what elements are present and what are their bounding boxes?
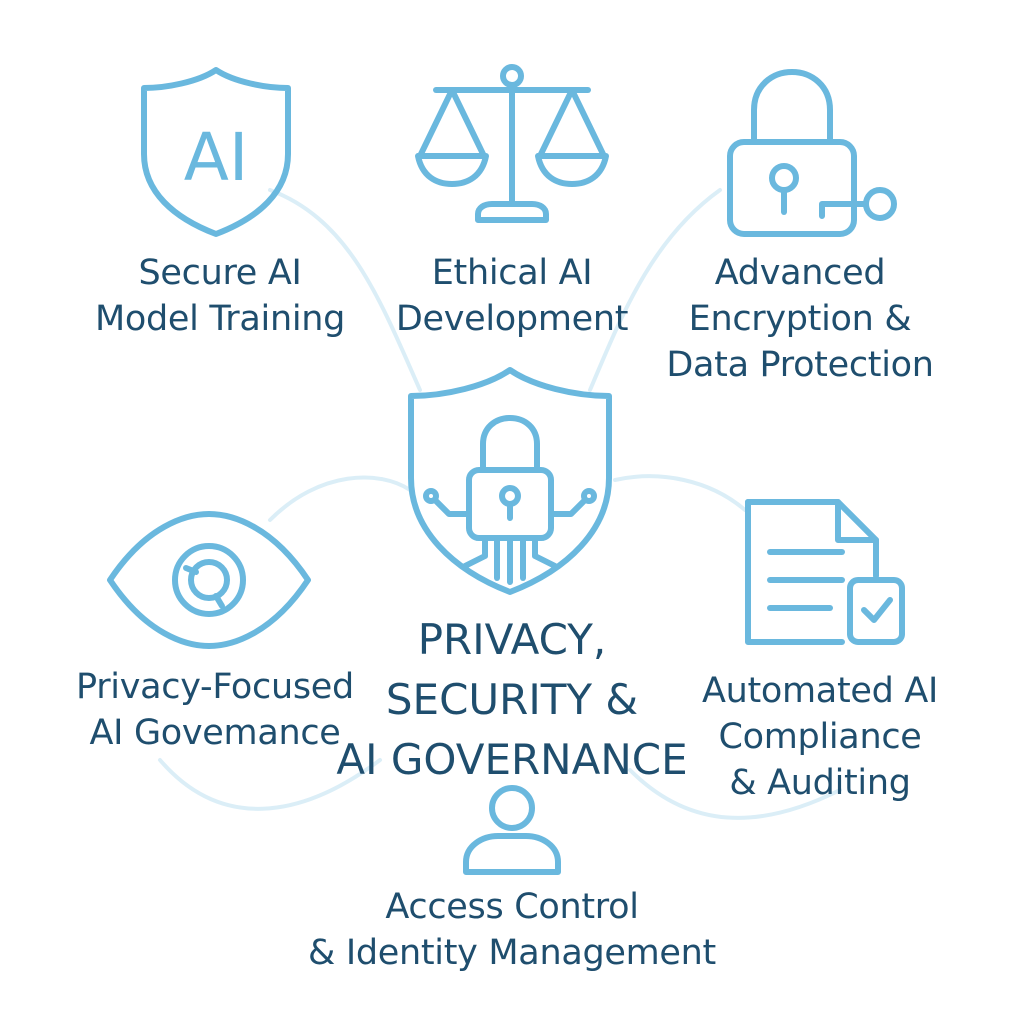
node-label-automated-compliance: Automated AI Compliance & Auditing: [670, 668, 970, 806]
eye-icon: [106, 510, 312, 650]
node-label-privacy-focused-governance: Privacy-Focused AI Govemance: [60, 664, 370, 756]
center-title-line: AI GOVERNANCE: [336, 735, 688, 784]
node-label-advanced-encryption: Advanced Encryption & Data Protection: [640, 250, 960, 388]
svg-text:AI: AI: [184, 119, 249, 196]
label-line: Privacy-Focused: [76, 667, 354, 707]
center-title: PRIVACY, SECURITY & AI GOVERNANCE: [330, 610, 694, 790]
label-line: AI Govemance: [89, 713, 341, 753]
node-label-ethical-ai-development: Ethical AI Development: [362, 250, 662, 342]
center-title-line: PRIVACY,: [417, 615, 607, 664]
document-checkbox-icon: [742, 496, 908, 652]
shield-lock-circuit-icon: [405, 366, 615, 596]
user-icon: [460, 784, 564, 876]
diagram-canvas: AI Secure AI Model Training Ethical AI D…: [0, 0, 1024, 1024]
label-line: Secure AI: [138, 253, 302, 293]
label-line: Development: [395, 299, 629, 339]
label-line: & Identity Management: [308, 933, 716, 973]
label-line: Automated AI: [701, 671, 939, 711]
connector-right: [613, 474, 747, 512]
center-title-line: SECURITY &: [385, 675, 639, 724]
label-line: Compliance: [718, 717, 922, 757]
node-label-access-control: Access Control & Identity Management: [262, 884, 762, 976]
balance-scale-icon: [412, 64, 612, 226]
node-label-secure-ai-model-training: Secure AI Model Training: [70, 250, 370, 342]
ai-shield-icon: AI: [138, 66, 294, 238]
label-line: Encryption &: [688, 299, 912, 339]
label-line: Access Control: [385, 887, 639, 927]
padlock-key-icon: [722, 66, 900, 238]
label-line: Advanced: [714, 253, 886, 293]
label-line: Data Protection: [666, 345, 934, 385]
label-line: & Auditing: [729, 763, 911, 803]
label-line: Model Training: [94, 299, 346, 339]
label-line: Ethical AI: [431, 253, 593, 293]
